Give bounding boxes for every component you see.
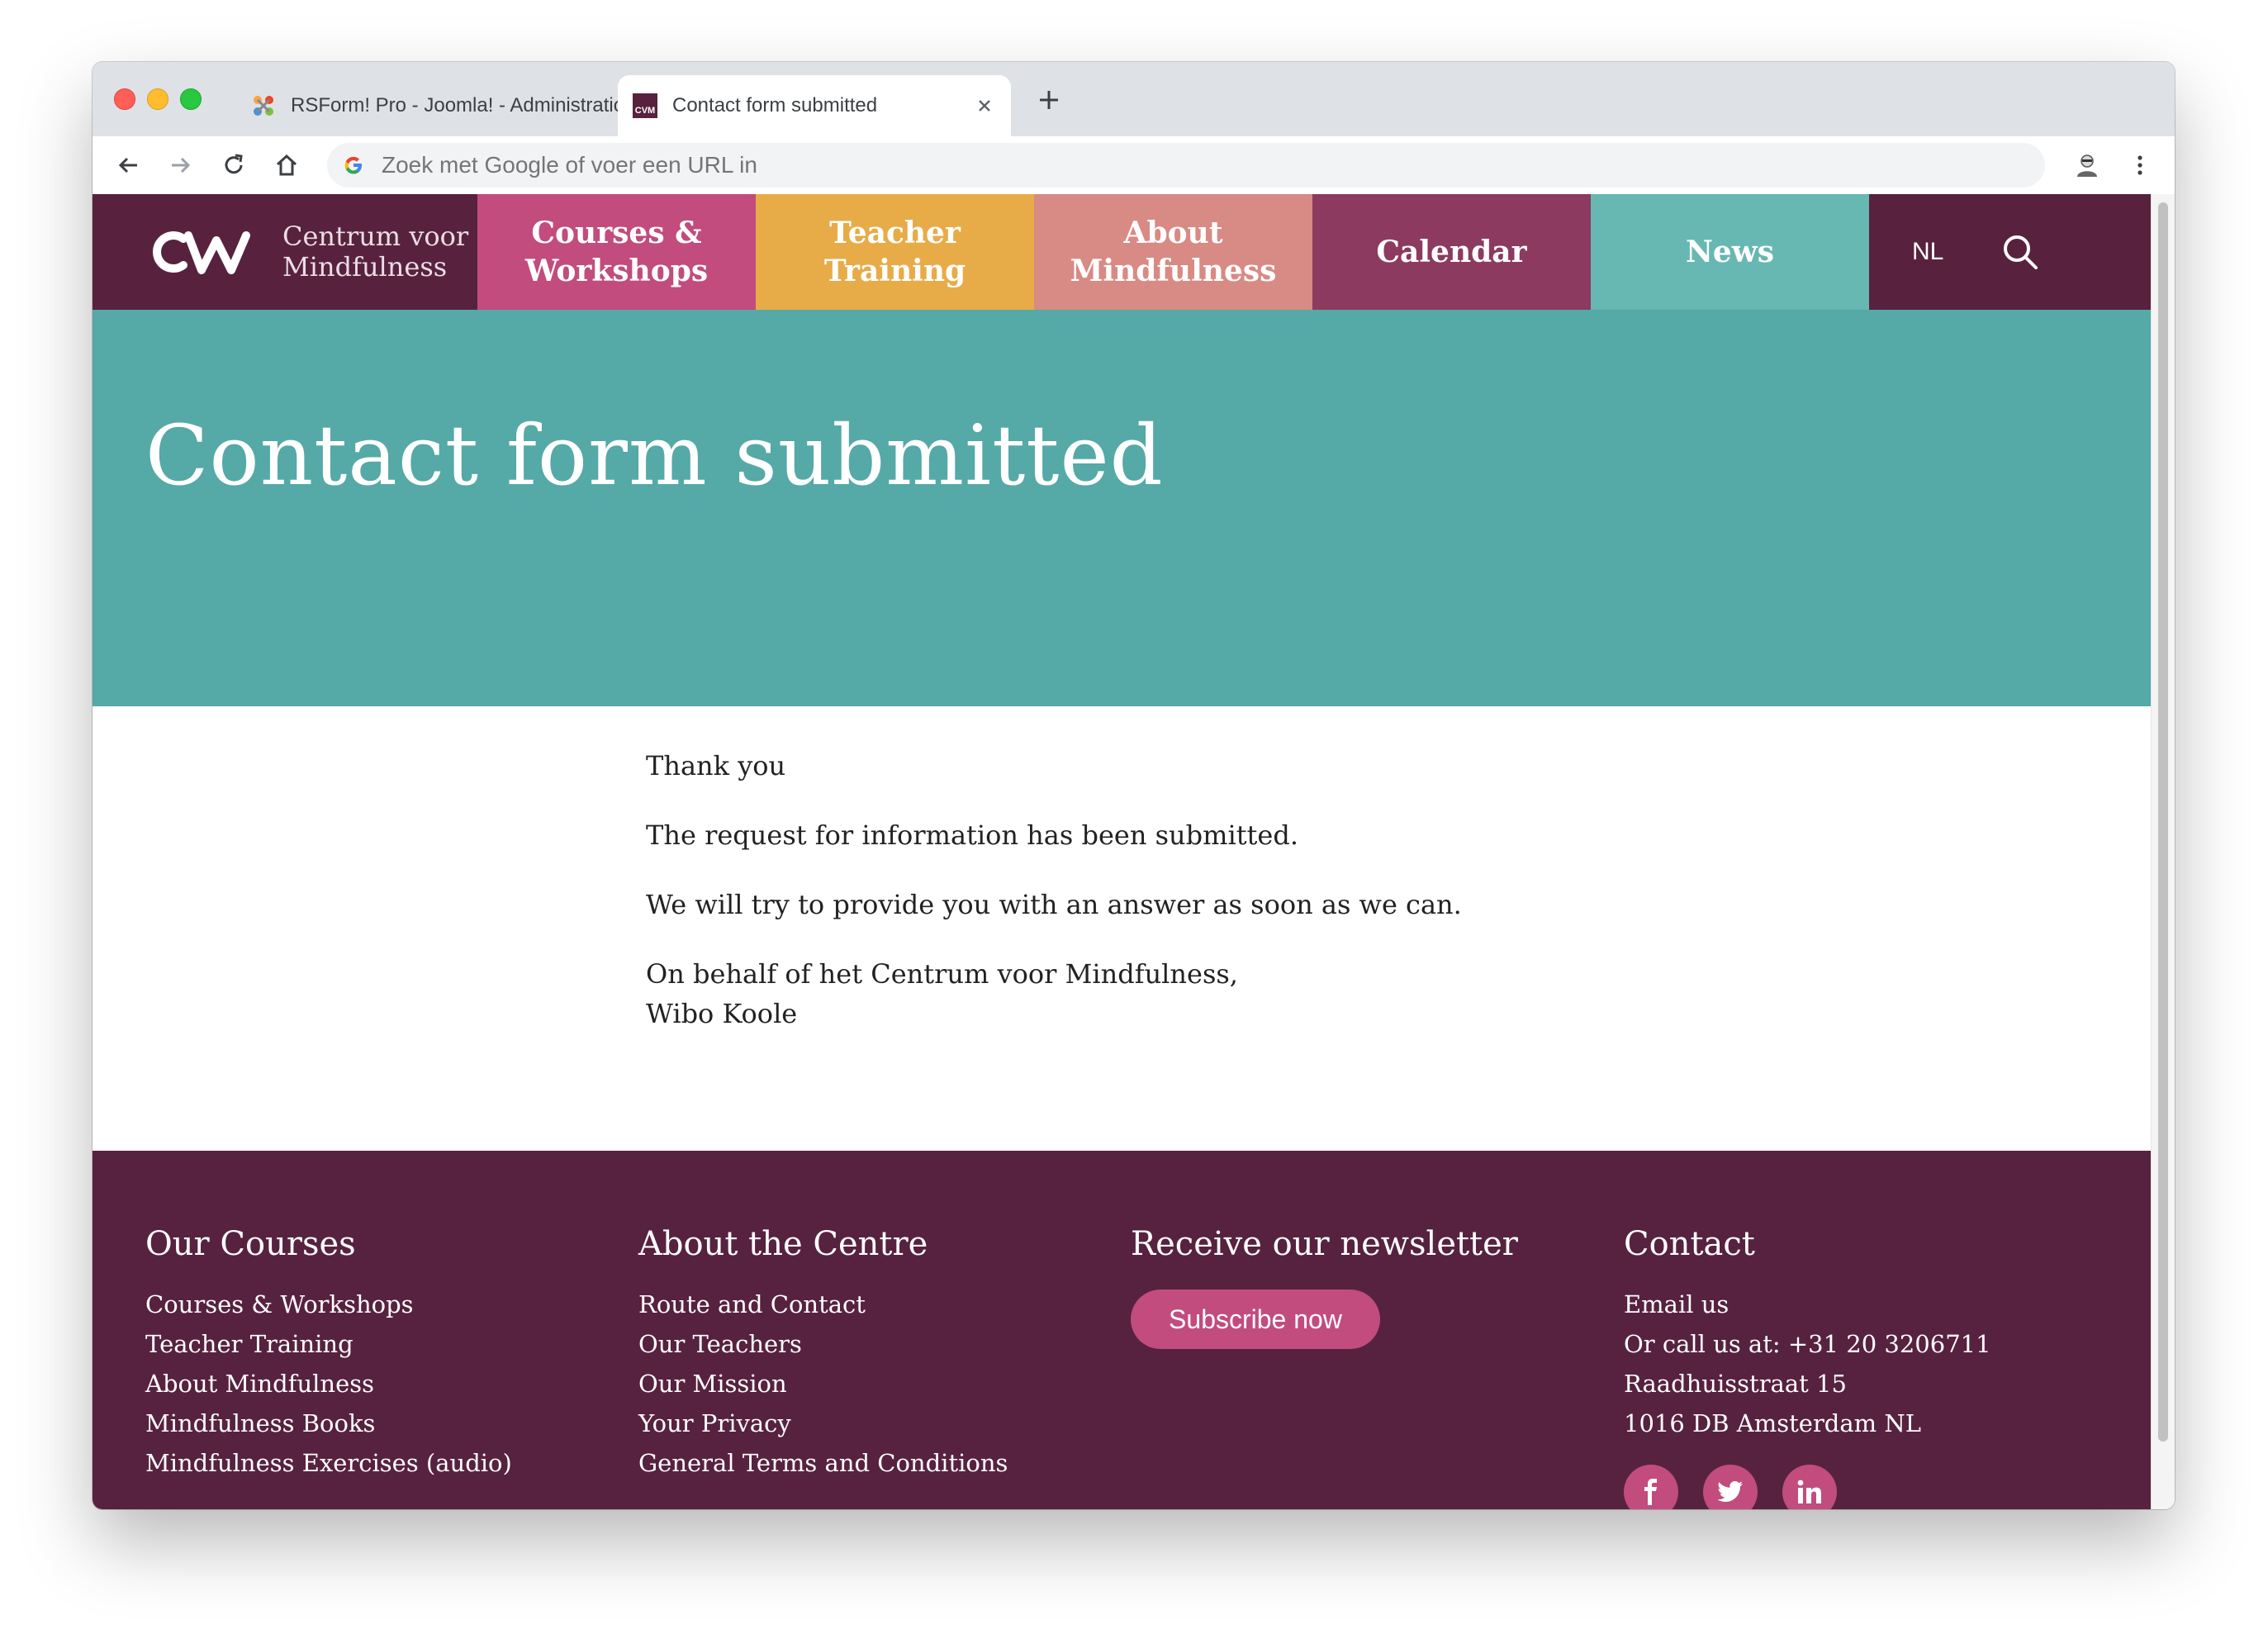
footer-about-centre: About the Centre Route and Contact Our T… xyxy=(638,1225,1008,1483)
footer-heading: Contact xyxy=(1624,1225,1755,1263)
nav-label-line-1: Courses & xyxy=(531,216,702,250)
facebook-icon[interactable] xyxy=(1624,1465,1678,1509)
nav-label-line-1: About xyxy=(1123,216,1223,250)
footer-address-street: Raadhuisstraat 15 xyxy=(1624,1370,1847,1398)
tab-strip: RSForm! Pro - Joomla! - Administration C… xyxy=(93,62,2175,136)
footer-link-mindfulness-books[interactable]: Mindfulness Books xyxy=(145,1409,375,1437)
address-input[interactable] xyxy=(380,151,2045,179)
nav-label: Calendar xyxy=(1376,235,1527,269)
footer-contact: Contact Email us Or call us at: +31 20 3… xyxy=(1624,1225,1991,1509)
footer-link-about-mindfulness[interactable]: About Mindfulness xyxy=(145,1370,374,1398)
footer-link-teacher-training[interactable]: Teacher Training xyxy=(145,1330,353,1358)
footer-our-courses: Our Courses Courses & Workshops Teacher … xyxy=(145,1225,512,1483)
google-icon xyxy=(344,156,362,174)
confirmation-message: Thank you The request for information ha… xyxy=(646,746,1637,1063)
nav-about-mindfulness[interactable]: About Mindfulness xyxy=(1034,194,1312,310)
footer-address-city: 1016 DB Amsterdam NL xyxy=(1624,1409,1922,1437)
signature-line-2: Wibo Koole xyxy=(646,998,798,1029)
close-tab-icon[interactable] xyxy=(973,94,996,117)
header-tools: NL xyxy=(1869,194,2152,310)
nav-teacher-training[interactable]: Teacher Training xyxy=(756,194,1034,310)
nav-news[interactable]: News xyxy=(1591,194,1869,310)
nav-courses-workshops[interactable]: Courses & Workshops xyxy=(477,194,756,310)
social-links xyxy=(1624,1465,1991,1509)
back-icon[interactable] xyxy=(114,151,142,179)
menu-dots-icon[interactable] xyxy=(2126,151,2154,179)
message-thanks: Thank you xyxy=(646,750,786,781)
forward-icon[interactable] xyxy=(167,151,195,179)
home-icon[interactable] xyxy=(273,151,301,179)
footer-heading: Receive our newsletter xyxy=(1131,1225,1518,1263)
subscribe-button[interactable]: Subscribe now xyxy=(1131,1290,1380,1349)
footer-newsletter: Receive our newsletter Subscribe now xyxy=(1131,1225,1518,1349)
reload-icon[interactable] xyxy=(220,151,248,179)
site-logo[interactable]: Centrum voor Mindfulness xyxy=(93,194,477,310)
nav-label-line-2: Mindfulness xyxy=(1070,254,1277,288)
site-footer: Our Courses Courses & Workshops Teacher … xyxy=(93,1151,2152,1509)
hero-banner: Contact form submitted xyxy=(93,310,2152,706)
scrollbar-thumb[interactable] xyxy=(2158,202,2168,1442)
footer-phone: Or call us at: +31 20 3206711 xyxy=(1624,1330,1991,1358)
nav-label-line-1: Teacher xyxy=(829,216,961,250)
message-submitted: The request for information has been sub… xyxy=(646,819,1298,851)
tab-contact-form[interactable]: CVM Contact form submitted xyxy=(618,75,1011,136)
footer-link-our-mission[interactable]: Our Mission xyxy=(638,1370,787,1398)
profile-avatar-icon[interactable] xyxy=(2073,151,2101,179)
message-answer: We will try to provide you with an answe… xyxy=(646,889,1462,920)
page-scrollbar[interactable] xyxy=(2151,194,2175,1509)
logo-line-1: Centrum voor xyxy=(282,221,469,252)
footer-link-your-privacy[interactable]: Your Privacy xyxy=(638,1409,791,1437)
close-window-button[interactable] xyxy=(114,88,135,110)
language-switch-nl[interactable]: NL xyxy=(1912,238,1943,266)
new-tab-icon[interactable] xyxy=(1036,87,1062,113)
logo-line-2: Mindfulness xyxy=(282,251,448,283)
maximize-window-button[interactable] xyxy=(180,88,202,110)
signature-line-1: On behalf of het Centrum voor Mindfulnes… xyxy=(646,958,1238,990)
cvm-favicon-icon: CVM xyxy=(633,93,657,118)
cvm-logo-icon xyxy=(153,231,250,274)
address-bar[interactable] xyxy=(327,143,2045,188)
svg-text:CVM: CVM xyxy=(635,106,655,116)
search-icon[interactable] xyxy=(2001,233,2039,271)
footer-heading: Our Courses xyxy=(145,1225,356,1263)
footer-link-mindfulness-exercises[interactable]: Mindfulness Exercises (audio) xyxy=(145,1449,512,1477)
nav-label: News xyxy=(1685,235,1775,269)
logo-text: Centrum voor Mindfulness xyxy=(282,221,468,283)
nav-label-line-2: Training xyxy=(823,254,966,288)
footer-link-terms-conditions[interactable]: General Terms and Conditions xyxy=(638,1449,1008,1477)
message-signature: On behalf of het Centrum voor Mindfulnes… xyxy=(646,954,1637,1033)
footer-link-email-us[interactable]: Email us xyxy=(1624,1290,1729,1318)
nav-calendar[interactable]: Calendar xyxy=(1312,194,1591,310)
page-viewport: Centrum voor Mindfulness Courses & Works… xyxy=(93,194,2175,1509)
tab-title: Contact form submitted xyxy=(672,94,878,116)
site-header: Centrum voor Mindfulness Courses & Works… xyxy=(93,194,2152,310)
minimize-window-button[interactable] xyxy=(147,88,168,110)
nav-label-line-2: Workshops xyxy=(524,254,709,288)
tab-title: RSForm! Pro - Joomla! - Administration xyxy=(291,94,636,116)
browser-window: RSForm! Pro - Joomla! - Administration C… xyxy=(93,62,2175,1509)
footer-heading: About the Centre xyxy=(638,1225,928,1263)
twitter-icon[interactable] xyxy=(1703,1465,1758,1509)
joomla-icon xyxy=(254,96,273,116)
footer-link-our-teachers[interactable]: Our Teachers xyxy=(638,1330,802,1358)
browser-toolbar xyxy=(93,136,2175,195)
footer-link-route-contact[interactable]: Route and Contact xyxy=(638,1290,866,1318)
page-title: Contact form submitted xyxy=(145,407,1164,504)
linkedin-icon[interactable] xyxy=(1782,1465,1837,1509)
footer-link-courses-workshops[interactable]: Courses & Workshops xyxy=(145,1290,414,1318)
